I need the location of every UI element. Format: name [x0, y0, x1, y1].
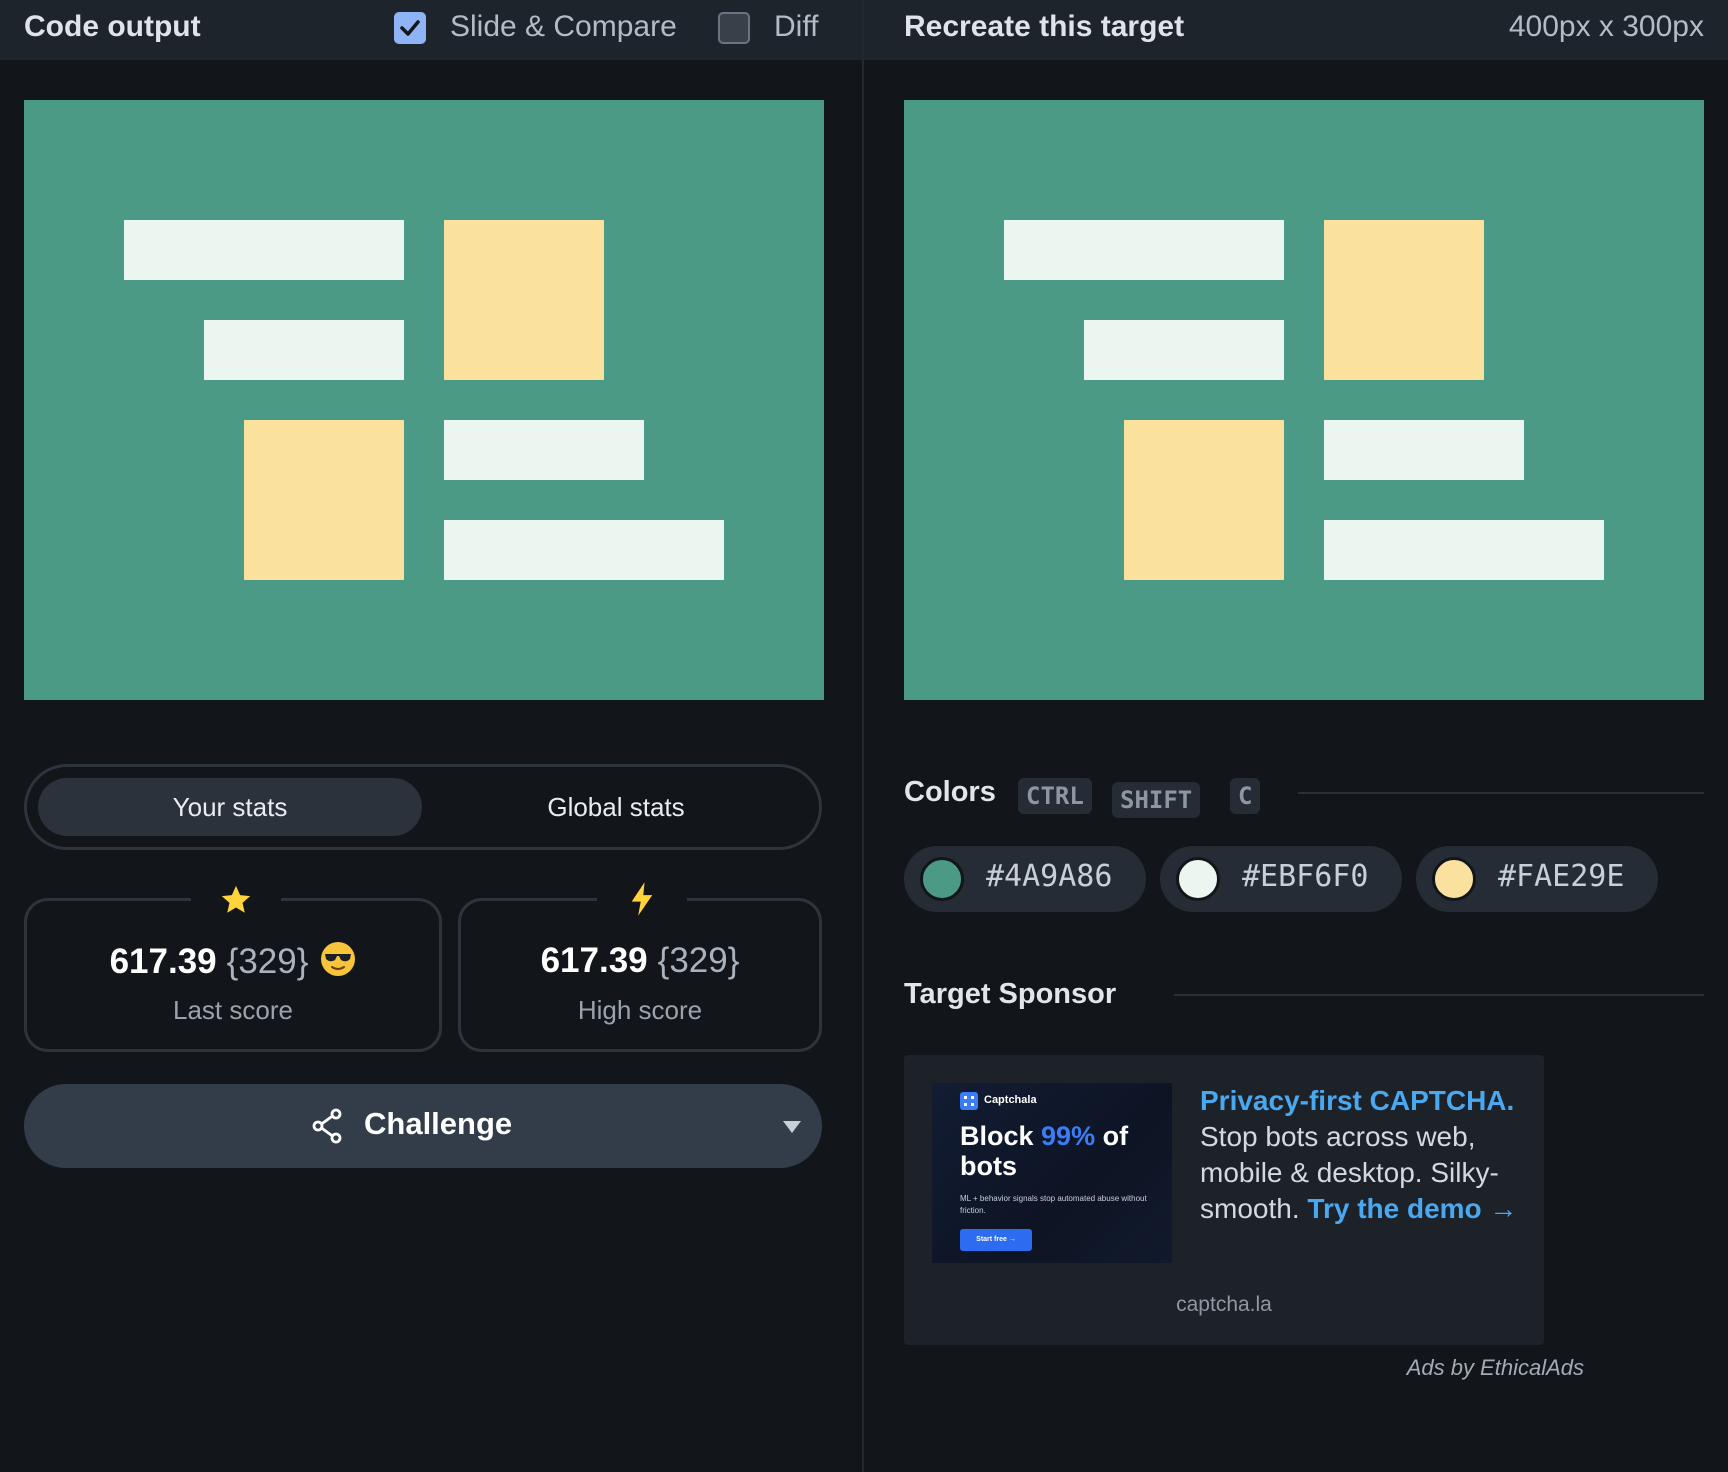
high-score-card: 617.39 {329} High score — [458, 879, 822, 1052]
target-dimensions: 400px x 300px — [1508, 10, 1704, 43]
last-score-value: 617.39 — [109, 942, 217, 981]
captchala-logo-icon — [960, 1092, 978, 1110]
tab-global-stats[interactable]: Global stats — [424, 778, 808, 836]
colors-divider — [1298, 792, 1704, 794]
kbd-ctrl: CTRL — [1018, 778, 1092, 814]
lightning-icon — [597, 879, 687, 923]
ethicalads-attribution[interactable]: Ads by EthicalAds — [1326, 1355, 1584, 1381]
color-hex: #FAE29E — [1498, 859, 1625, 894]
target-yellow-square-2 — [1124, 420, 1284, 580]
ad-brand-name: Captchala — [984, 1094, 1037, 1106]
caret-down-icon[interactable] — [782, 1120, 802, 1134]
ad-image[interactable]: Captchala Block 99% of bots ML + behavio… — [932, 1083, 1172, 1263]
light-bar-2 — [204, 320, 404, 380]
target-title: Recreate this target — [904, 10, 1185, 43]
light-bar-3 — [444, 420, 644, 480]
ad-copy[interactable]: Privacy-first CAPTCHA. Stop bots across … — [1200, 1083, 1520, 1227]
color-dot — [920, 857, 964, 901]
colors-heading: Colors — [904, 776, 996, 808]
target-canvas — [904, 100, 1704, 700]
slide-compare-label[interactable]: Slide & Compare — [450, 10, 677, 44]
last-score-count: {329} — [226, 942, 309, 981]
ad-copy-strong: Privacy-first CAPTCHA. — [1200, 1085, 1515, 1116]
high-score-label: High score — [577, 995, 703, 1025]
light-bar-4 — [444, 520, 724, 580]
output-canvas[interactable] — [24, 100, 824, 700]
sponsor-divider — [1174, 994, 1704, 996]
panel-title: Code output — [24, 10, 201, 43]
high-score-value-row: 617.39 {329} — [461, 941, 819, 981]
code-output-panel: Code output Slide & Compare Diff Your st… — [0, 0, 862, 1472]
star-icon — [191, 879, 281, 923]
app: Code output Slide & Compare Diff Your st… — [0, 0, 1728, 1472]
color-swatch-2[interactable]: #EBF6F0 — [1160, 846, 1402, 912]
ad-headline: Block 99% of bots — [960, 1121, 1160, 1181]
challenge-button[interactable]: Challenge — [24, 1084, 822, 1168]
sponsor-ad[interactable]: Captchala Block 99% of bots ML + behavio… — [904, 1055, 1544, 1345]
high-score-value: 617.39 — [540, 941, 648, 980]
target-yellow-square-1 — [1324, 220, 1484, 380]
last-score-card: 617.39 {329} Last score — [24, 879, 442, 1052]
color-hex: #4A9A86 — [986, 859, 1113, 894]
last-score-label: Last score — [173, 995, 293, 1025]
sunglasses-emoji-icon — [321, 942, 356, 976]
slide-compare-checkbox[interactable] — [394, 12, 426, 44]
target-panel: Recreate this target 400px x 300px Color… — [864, 0, 1728, 1472]
color-hex: #EBF6F0 — [1242, 859, 1369, 894]
target-light-bar-2 — [1084, 320, 1284, 380]
yellow-square-2 — [244, 420, 404, 580]
target-light-bar-1 — [1004, 220, 1284, 280]
color-dot — [1432, 857, 1476, 901]
stats-toggle: Your stats Global stats — [24, 764, 822, 850]
tab-your-stats[interactable]: Your stats — [38, 778, 422, 836]
ad-headline-highlight: 99% — [1041, 1121, 1096, 1151]
target-light-bar-3 — [1324, 420, 1524, 480]
light-bar-1 — [124, 220, 404, 280]
sponsor-heading: Target Sponsor — [904, 978, 1117, 1010]
ad-headline-pre: Block — [960, 1121, 1042, 1151]
color-dot — [1176, 857, 1220, 901]
ad-start-button[interactable]: Start free → — [960, 1229, 1032, 1251]
kbd-c: C — [1230, 778, 1261, 814]
target-light-bar-4 — [1324, 520, 1604, 580]
high-score-count: {329} — [657, 941, 740, 980]
ad-domain[interactable]: captcha.la — [904, 1293, 1544, 1317]
diff-checkbox[interactable] — [718, 12, 750, 44]
check-icon — [400, 20, 420, 36]
yellow-square-1 — [444, 220, 604, 380]
ad-small-text: ML + behavior signals stop automated abu… — [960, 1194, 1147, 1215]
ad-copy-link[interactable]: Try the demo → — [1307, 1193, 1517, 1224]
code-output-header: Code output Slide & Compare Diff — [0, 0, 862, 60]
target-header: Recreate this target 400px x 300px — [864, 0, 1728, 60]
kbd-shift: SHIFT — [1112, 782, 1201, 818]
last-score-value-row: 617.39 {329} — [27, 941, 439, 982]
color-swatch-3[interactable]: #FAE29E — [1416, 846, 1658, 912]
diff-label[interactable]: Diff — [774, 10, 818, 44]
color-swatch-1[interactable]: #4A9A86 — [904, 846, 1146, 912]
share-icon — [312, 1108, 342, 1144]
challenge-label: Challenge — [364, 1106, 513, 1141]
